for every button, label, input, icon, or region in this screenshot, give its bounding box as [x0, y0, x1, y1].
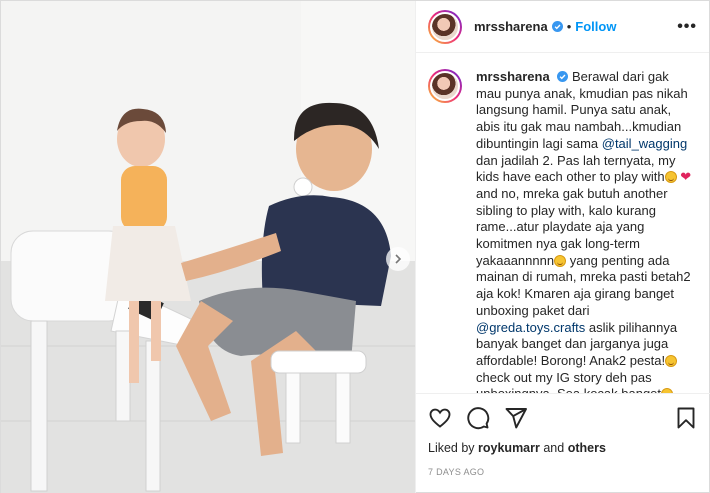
- header-separator: •: [566, 19, 572, 34]
- instagram-post: mrssharena • Follow ••• mrssharena Beraw…: [0, 0, 710, 493]
- avatar[interactable]: [428, 9, 462, 44]
- liked-by: Liked by roykumarr and others: [428, 441, 698, 455]
- more-options-button[interactable]: •••: [677, 18, 697, 36]
- post-sidebar: mrssharena • Follow ••• mrssharena Beraw…: [415, 1, 710, 493]
- caption-area: mrssharena Berawal dari gak mau punya an…: [416, 53, 709, 393]
- save-bookmark-icon[interactable]: [674, 406, 698, 430]
- next-arrow-icon: [395, 254, 402, 264]
- liked-user[interactable]: roykumarr: [478, 441, 540, 455]
- like-heart-icon[interactable]: [428, 406, 452, 430]
- caption-text: mrssharena Berawal dari gak mau punya an…: [476, 69, 697, 393]
- mention-tail-wagging[interactable]: @tail_wagging: [602, 136, 687, 151]
- caption-avatar[interactable]: [428, 69, 462, 103]
- post-header: mrssharena • Follow •••: [416, 1, 709, 53]
- liked-and: and: [539, 441, 568, 455]
- actions-block: Liked by roykumarr and others 7 DAYS AGO: [416, 393, 710, 493]
- post-photo[interactable]: [1, 1, 415, 493]
- grinning-emoji: [665, 354, 678, 367]
- action-icons: [428, 396, 698, 440]
- photo-scene: [1, 1, 415, 493]
- smirking-emoji: [554, 254, 567, 267]
- verified-badge-icon: [551, 21, 563, 32]
- mention-greda-toys[interactable]: @greda.toys.crafts: [476, 320, 585, 335]
- post-timestamp[interactable]: 7 DAYS AGO: [428, 467, 698, 477]
- caption-avatar-image: [430, 71, 460, 101]
- comment-icon[interactable]: [466, 406, 490, 430]
- red-heart-emoji: ❤: [680, 169, 692, 185]
- follow-button[interactable]: Follow: [575, 19, 616, 34]
- liked-others[interactable]: others: [568, 441, 606, 455]
- grinning-emoji: [664, 171, 677, 184]
- verified-badge-icon: [557, 71, 569, 82]
- avatar-image: [430, 11, 460, 42]
- header-username[interactable]: mrssharena: [474, 19, 548, 34]
- liked-prefix: Liked by: [428, 441, 479, 455]
- caption-part-2: dan jadilah 2. Pas lah ternyata, my kids…: [476, 152, 676, 185]
- next-photo-button[interactable]: [386, 247, 410, 271]
- caption-part-6: check out my IG story deh pas unboxingny…: [476, 369, 661, 393]
- share-icon[interactable]: [504, 406, 528, 430]
- caption-username[interactable]: mrssharena: [476, 69, 550, 84]
